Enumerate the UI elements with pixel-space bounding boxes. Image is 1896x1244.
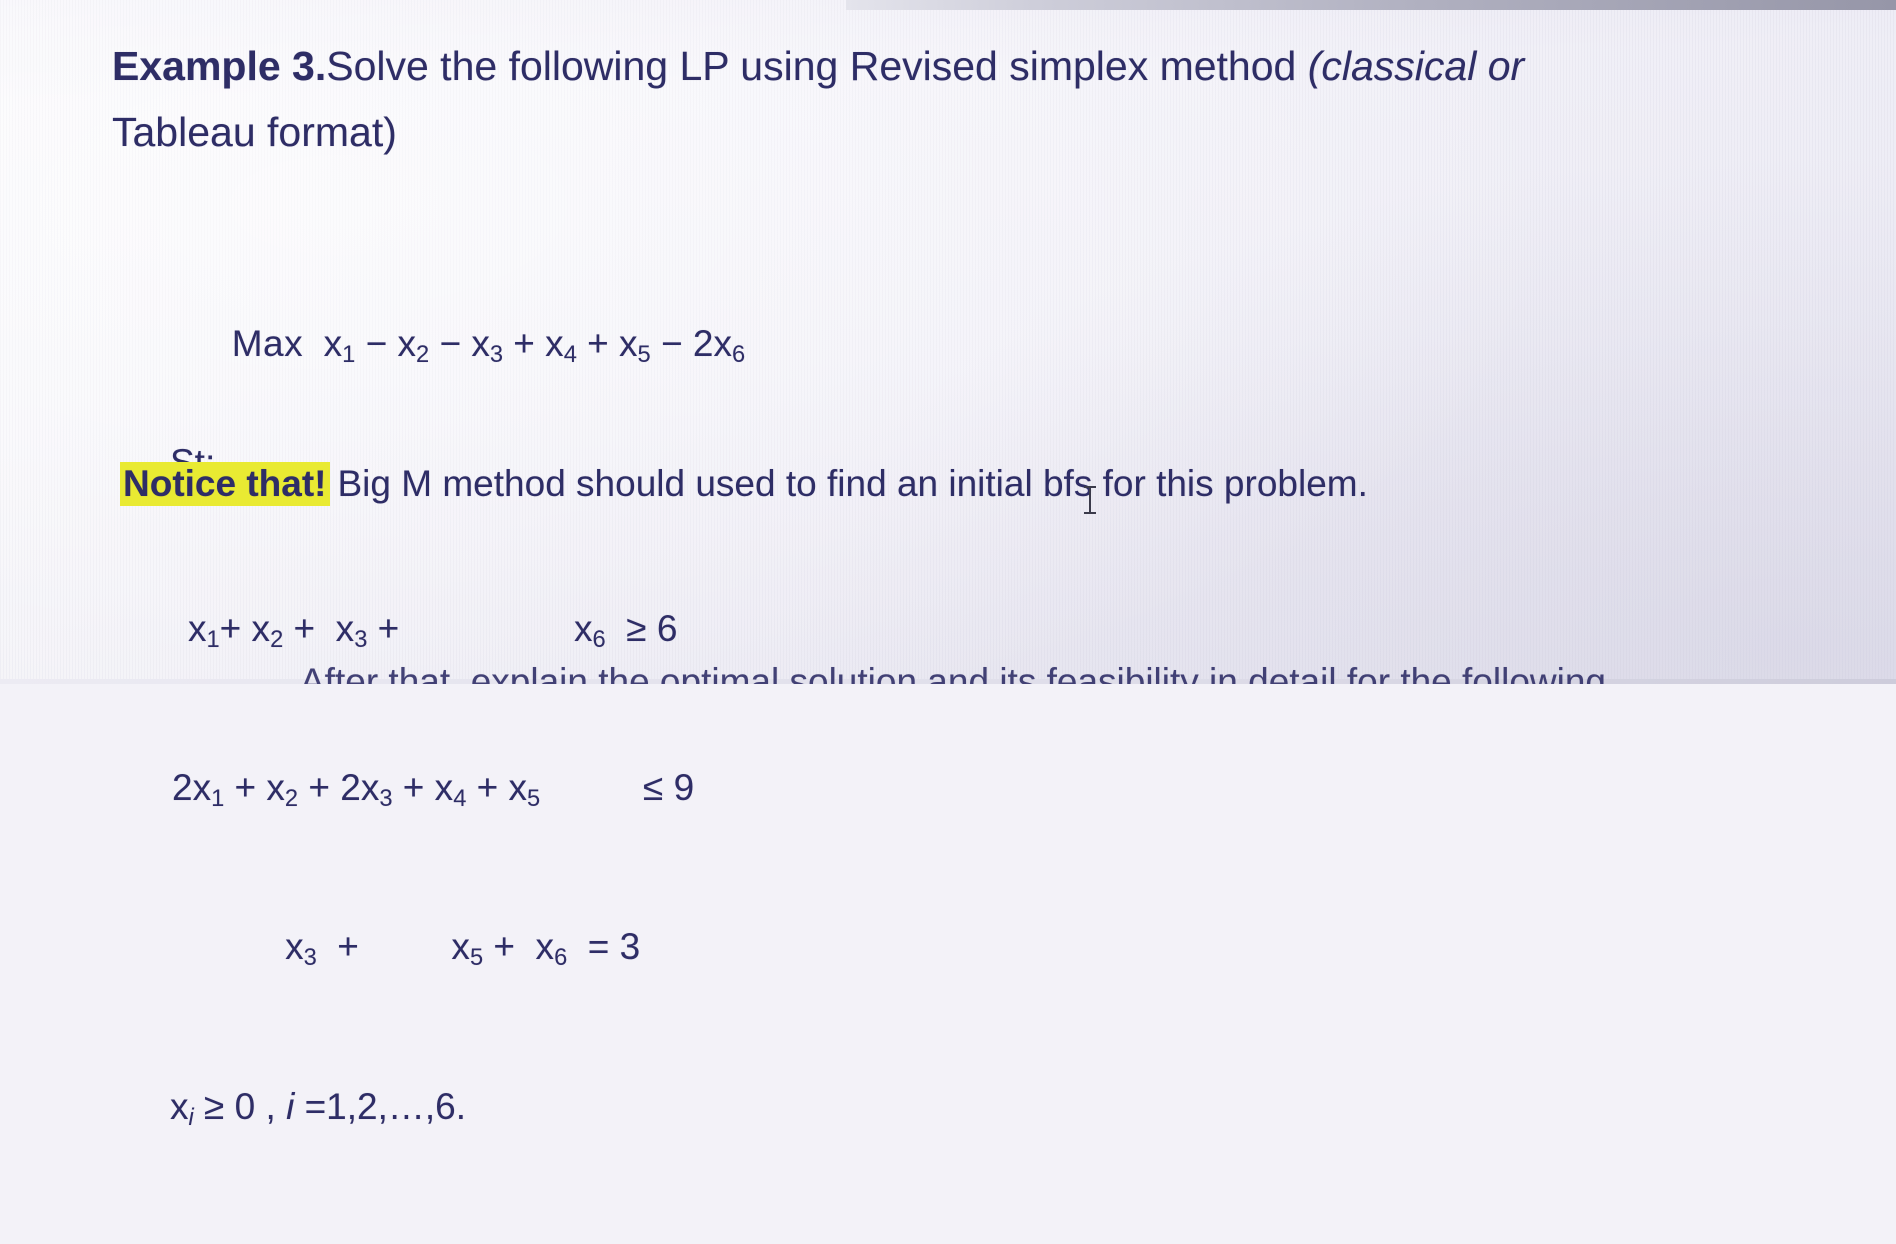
objective-function-row: Max x1 − x2 − x3 + x4 + x5 − 2x6 xyxy=(170,285,745,367)
example-label: Example 3. xyxy=(112,43,327,89)
cursor-serif-bottom xyxy=(1084,512,1096,514)
objective-label: Max xyxy=(231,323,304,364)
slide-content: Example 3.Solve the following LP using R… xyxy=(0,0,1896,1130)
cropped-next-line: After that, explain the optimal solution… xyxy=(300,661,1607,684)
objective-expression: x1 − x2 − x3 + x4 + x5 − 2x6 xyxy=(323,323,746,369)
notice-text: Big M method should used to find an init… xyxy=(337,463,1368,504)
notice-line: Notice that! Big M method should used to … xyxy=(120,462,1368,506)
constraint-row-1: x1+ x2 + x3 + x6 ≥ 6 xyxy=(188,608,678,654)
linear-program-model: Max x1 − x2 − x3 + x4 + x5 − 2x6 St; x1+… xyxy=(170,168,745,1243)
notice-highlight-badge: Notice that! xyxy=(120,462,330,506)
constraint-row-2: 2x1 + x2 + 2x3 + x4 + x5 ≤ 9 xyxy=(172,767,695,813)
objective-spacer xyxy=(303,323,324,364)
heading-line-2: Tableau format) xyxy=(112,109,397,155)
constraint-row-3: x3 + x5 + x6 = 3 xyxy=(172,926,641,972)
exercise-heading: Example 3.Solve the following LP using R… xyxy=(112,36,1524,162)
heading-line-1: Example 3.Solve the following LP using R… xyxy=(112,36,1524,96)
heading-line-1-italic-tail: (classical or xyxy=(1307,43,1525,89)
heading-line-1-text: Solve the following LP using Revised sim… xyxy=(326,43,1308,89)
nonnegativity-row: xi ≥ 0 , i =1,2,…,6. xyxy=(170,1086,467,1132)
